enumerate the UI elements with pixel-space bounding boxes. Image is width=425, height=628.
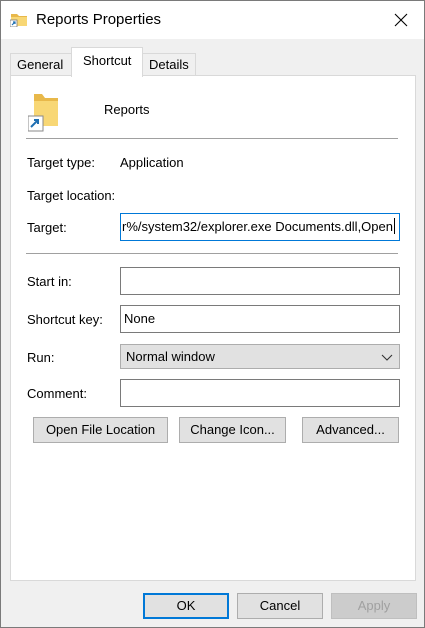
tab-details-label: Details <box>149 57 189 72</box>
comment-field[interactable] <box>120 379 400 407</box>
tab-details[interactable]: Details <box>142 53 196 76</box>
separator <box>26 253 398 254</box>
target-field-value: r%/system32/explorer.exe Documents.dll,O… <box>122 219 393 234</box>
ok-label: OK <box>176 598 196 613</box>
folder-shortcut-icon <box>10 14 27 27</box>
run-label: Run: <box>27 350 55 365</box>
shortcut-name: Reports <box>104 102 150 117</box>
target-field[interactable]: r%/system32/explorer.exe Documents.dll,O… <box>120 213 400 241</box>
text-caret <box>394 218 395 234</box>
shortcut-key-label: Shortcut key: <box>27 312 103 327</box>
apply-label: Apply <box>357 598 391 613</box>
title-bar[interactable]: Reports Properties <box>1 1 424 39</box>
cancel-label: Cancel <box>259 598 301 613</box>
target-location-label: Target location: <box>27 188 116 203</box>
open-file-location-button[interactable]: Open File Location <box>33 417 168 443</box>
change-icon-button[interactable]: Change Icon... <box>179 417 286 443</box>
target-type-value: Application <box>120 155 184 170</box>
close-icon <box>394 13 408 27</box>
shortcut-panel: Reports Target type: Application Target … <box>10 75 416 581</box>
target-field-text: r%/system32/explorer.exe Documents.dll,O… <box>122 214 395 240</box>
run-dropdown-value: Normal window <box>126 349 215 364</box>
separator <box>26 138 398 139</box>
apply-button[interactable]: Apply <box>331 593 417 619</box>
run-dropdown[interactable]: Normal window <box>120 344 400 369</box>
advanced-button[interactable]: Advanced... <box>302 417 399 443</box>
cancel-button[interactable]: Cancel <box>237 593 323 619</box>
chevron-down-icon <box>381 354 393 361</box>
window-title: Reports Properties <box>36 11 162 28</box>
comment-label: Comment: <box>27 386 87 401</box>
start-in-label: Start in: <box>27 274 72 289</box>
tab-general-label: General <box>17 57 64 72</box>
advanced-label: Advanced... <box>316 422 385 437</box>
shortcut-key-field[interactable]: None <box>120 305 400 333</box>
start-in-field[interactable] <box>120 267 400 295</box>
tab-shortcut[interactable]: Shortcut <box>71 47 143 77</box>
folder-shortcut-icon <box>28 94 58 132</box>
properties-dialog: Reports Properties General Shortcut Deta… <box>0 0 425 628</box>
open-file-location-label: Open File Location <box>45 422 156 437</box>
shortcut-key-value: None <box>124 311 156 326</box>
target-type-label: Target type: <box>27 155 95 170</box>
close-button[interactable] <box>378 1 424 39</box>
change-icon-label: Change Icon... <box>190 422 275 437</box>
target-label: Target: <box>27 220 67 235</box>
tab-shortcut-label: Shortcut <box>83 53 132 68</box>
tab-general[interactable]: General <box>10 53 72 76</box>
ok-button[interactable]: OK <box>143 593 229 619</box>
